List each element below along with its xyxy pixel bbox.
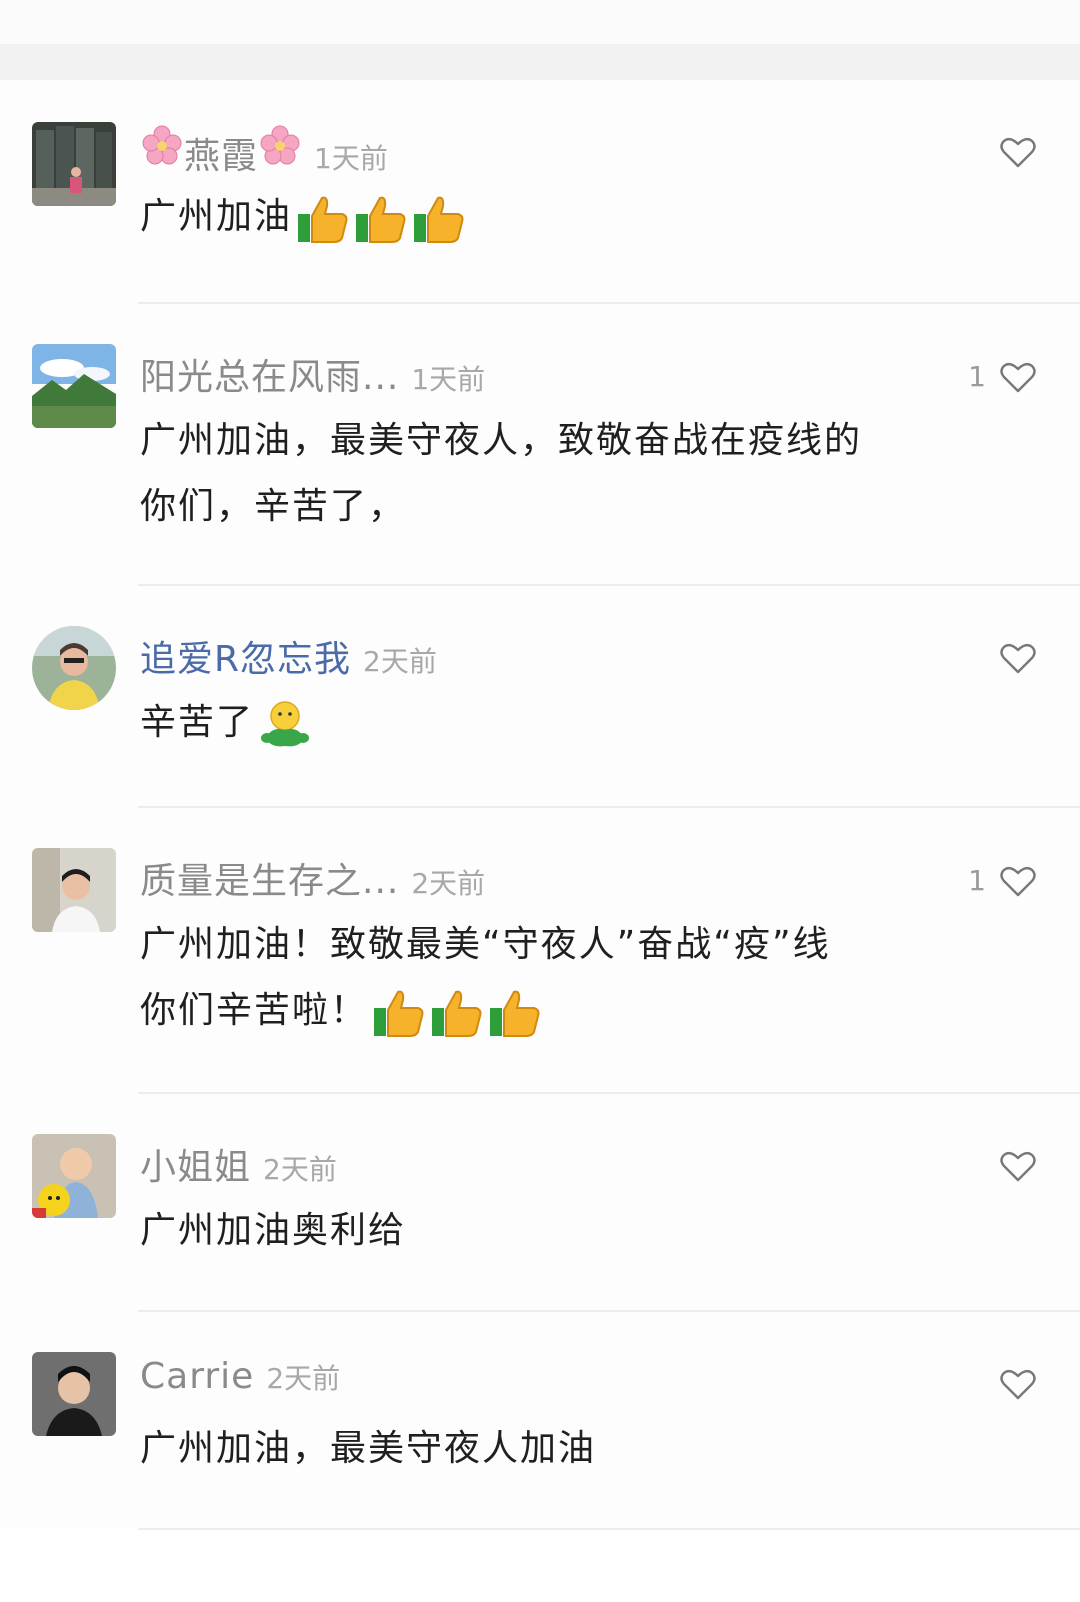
like-button[interactable]: [986, 642, 1036, 674]
commenter-name[interactable]: 阳光总在风雨...: [140, 348, 399, 400]
avatar[interactable]: [32, 344, 116, 428]
heart-outline-icon: [1000, 1369, 1036, 1400]
heart-outline-icon: [1000, 866, 1036, 896]
comment-text-line: 你们辛苦啦！: [140, 990, 369, 1031]
comment-text-body: 辛苦了: [140, 702, 255, 743]
comment-text-line: 广州加油，最美守夜人，致敬奋战在疫线的: [140, 420, 863, 461]
comment-header: 阳光总在风雨... 1天前: [140, 348, 930, 400]
comment-item: 燕霞 1天前 广州加油: [0, 80, 1080, 302]
like-count: 1: [968, 864, 986, 897]
comment-text-body: 广州加油奥利给: [140, 1210, 407, 1251]
comment-time: 2天前: [266, 1362, 341, 1395]
comment-text[interactable]: 辛苦了: [140, 690, 930, 756]
comment-header: 追爱R忽忘我 2天前: [140, 630, 930, 682]
comment-time: 2天前: [263, 1153, 337, 1186]
divider: [138, 1528, 1080, 1530]
comment-item: 阳光总在风雨... 1天前 广州加油，最美守夜人，致敬奋战在疫线的 你们，辛苦了…: [0, 302, 1080, 584]
heart-outline-icon: [1000, 1151, 1036, 1182]
avatar[interactable]: [32, 122, 116, 206]
heart-outline-icon: [1000, 643, 1036, 674]
like-button[interactable]: [986, 136, 1036, 168]
avatar[interactable]: [32, 1134, 116, 1218]
comment-text[interactable]: 广州加油，最美守夜人加油: [140, 1416, 930, 1482]
avatar[interactable]: [32, 626, 116, 710]
thumbs-up-icon: [412, 192, 466, 244]
like-button[interactable]: 1: [968, 360, 1036, 393]
thumbs-up-icon: [488, 986, 542, 1038]
comment-text[interactable]: 广州加油，最美守夜人，致敬奋战在疫线的 你们，辛苦了，: [140, 408, 930, 540]
comment-item: 质量是生存之... 2天前 广州加油！致敬最美“守夜人”奋战“疫”线 你们辛苦啦…: [0, 806, 1080, 1092]
comment-header: Carrie 2天前: [140, 1356, 930, 1408]
thumbs-up-icon: [296, 192, 350, 244]
comment-time: 2天前: [363, 645, 437, 678]
comment-text-body: 广州加油，最美守夜人加油: [140, 1428, 597, 1469]
top-area: [0, 0, 1080, 44]
comment-header: 燕霞 1天前: [140, 124, 930, 179]
heart-outline-icon: [1000, 362, 1036, 392]
thumbs-up-icon: [430, 986, 484, 1038]
avatar[interactable]: [32, 1352, 116, 1436]
like-button[interactable]: 1: [968, 864, 1036, 897]
comment-text[interactable]: 广州加油！致敬最美“守夜人”奋战“疫”线 你们辛苦啦！: [140, 912, 930, 1044]
comment-item: Carrie 2天前 广州加油，最美守夜人加油: [0, 1310, 1080, 1528]
commenter-name[interactable]: 质量是生存之...: [140, 852, 399, 904]
commenter-name[interactable]: 追爱R忽忘我: [140, 630, 351, 682]
comment-text[interactable]: 广州加油: [140, 184, 930, 250]
comment-time: 1天前: [411, 363, 486, 396]
comment-text-body: 广州加油: [140, 196, 293, 237]
comment-item: 追爱R忽忘我 2天前 辛苦了: [0, 584, 1080, 806]
avatar[interactable]: [32, 848, 116, 932]
thumbs-up-icon: [372, 986, 426, 1038]
cherry-blossom-icon: [140, 124, 184, 168]
comment-time: 1天前: [314, 142, 388, 175]
comment-list: 燕霞 1天前 广州加油 阳光总在风雨... 1天前 广州加油，最美守夜人，致敬奋…: [0, 80, 1080, 1530]
commenter-name[interactable]: Carrie: [140, 1356, 254, 1397]
section-divider: [0, 44, 1080, 80]
comment-item: 小姐姐 2天前 广州加油奥利给: [0, 1092, 1080, 1310]
comment-text-line: 你们，辛苦了，: [140, 486, 407, 527]
cherry-blossom-icon: [258, 124, 302, 168]
comment-text-line: 广州加油！致敬最美“守夜人”奋战“疫”线: [140, 924, 831, 965]
like-count: 1: [968, 360, 986, 393]
commenter-name[interactable]: 小姐姐: [140, 1138, 251, 1190]
like-button[interactable]: [986, 1150, 1036, 1182]
comment-header: 小姐姐 2天前: [140, 1138, 930, 1190]
hug-emoji-icon: [258, 698, 312, 750]
commenter-name[interactable]: 燕霞: [184, 127, 258, 179]
heart-outline-icon: [1000, 137, 1036, 168]
like-button[interactable]: [986, 1368, 1036, 1400]
comment-header: 质量是生存之... 2天前: [140, 852, 930, 904]
thumbs-up-icon: [354, 192, 408, 244]
comment-text[interactable]: 广州加油奥利给: [140, 1198, 930, 1264]
comment-time: 2天前: [411, 867, 486, 900]
